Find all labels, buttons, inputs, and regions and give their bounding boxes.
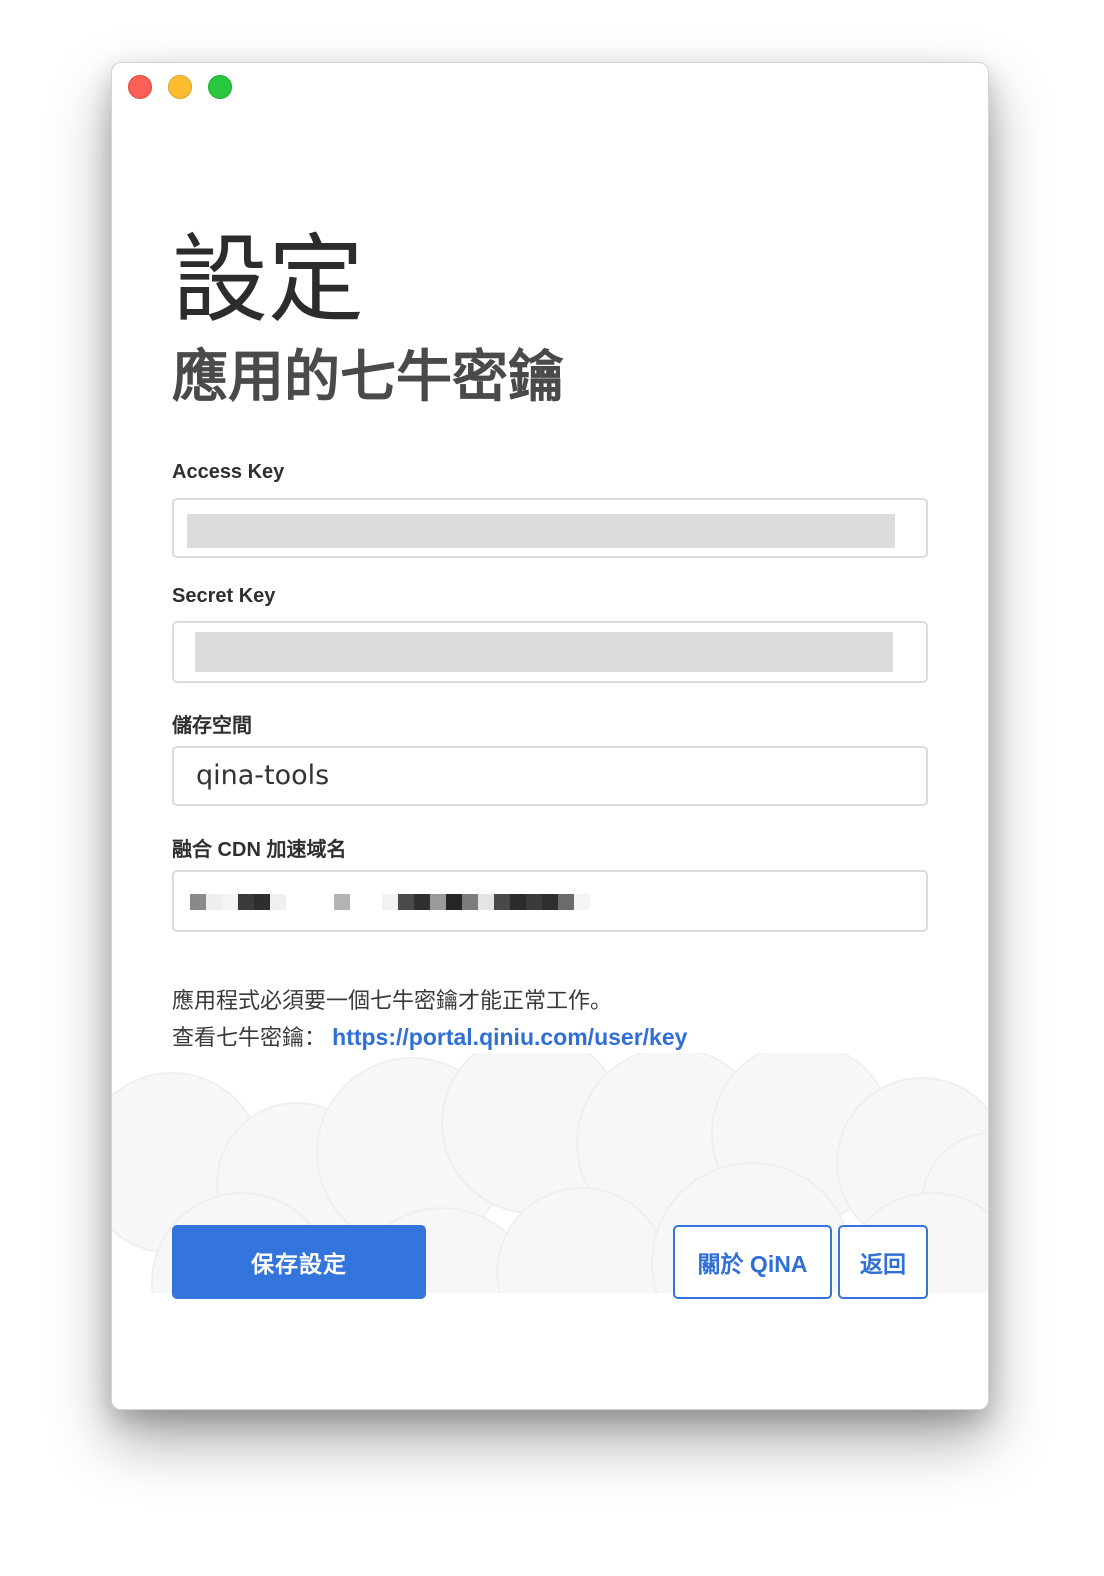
bucket-label: 儲存空間 bbox=[172, 715, 252, 737]
info-line-1: 應用程式必須要一個七牛密鑰才能正常工作。 bbox=[172, 988, 613, 1013]
secret-key-masked-value bbox=[195, 632, 893, 672]
bucket-field[interactable] bbox=[172, 746, 928, 806]
window-controls bbox=[128, 75, 232, 99]
page-title: 設定 bbox=[172, 227, 364, 334]
info-line-2-prefix: 查看七牛密鑰： bbox=[172, 1025, 327, 1050]
secret-key-field[interactable] bbox=[172, 621, 928, 683]
about-button[interactable]: 關於 QiNA bbox=[673, 1225, 832, 1299]
secret-key-label: Secret Key bbox=[172, 585, 276, 607]
access-key-label: Access Key bbox=[172, 461, 285, 483]
page-subtitle: 應用的七牛密鑰 bbox=[172, 345, 564, 408]
zoom-button[interactable] bbox=[208, 75, 232, 99]
minimize-button[interactable] bbox=[168, 75, 192, 99]
back-button[interactable]: 返回 bbox=[838, 1225, 928, 1299]
bucket-input[interactable] bbox=[196, 748, 896, 804]
close-button[interactable] bbox=[128, 75, 152, 99]
cdn-domain-masked-value bbox=[190, 894, 590, 910]
save-button[interactable]: 保存設定 bbox=[172, 1225, 426, 1299]
access-key-masked-value bbox=[187, 514, 895, 548]
info-text: 應用程式必須要一個七牛密鑰才能正常工作。 查看七牛密鑰： https://por… bbox=[172, 983, 687, 1056]
info-line-2: 查看七牛密鑰： https://portal.qiniu.com/user/ke… bbox=[172, 1019, 687, 1056]
cdn-domain-field[interactable] bbox=[172, 870, 928, 932]
access-key-field[interactable] bbox=[172, 498, 928, 558]
settings-window: 設定 應用的七牛密鑰 Access Key Secret Key 儲存空間 融合… bbox=[111, 62, 989, 1410]
cdn-domain-label: 融合 CDN 加速域名 bbox=[172, 839, 347, 861]
qiniu-key-link[interactable]: https://portal.qiniu.com/user/key bbox=[332, 1024, 687, 1050]
